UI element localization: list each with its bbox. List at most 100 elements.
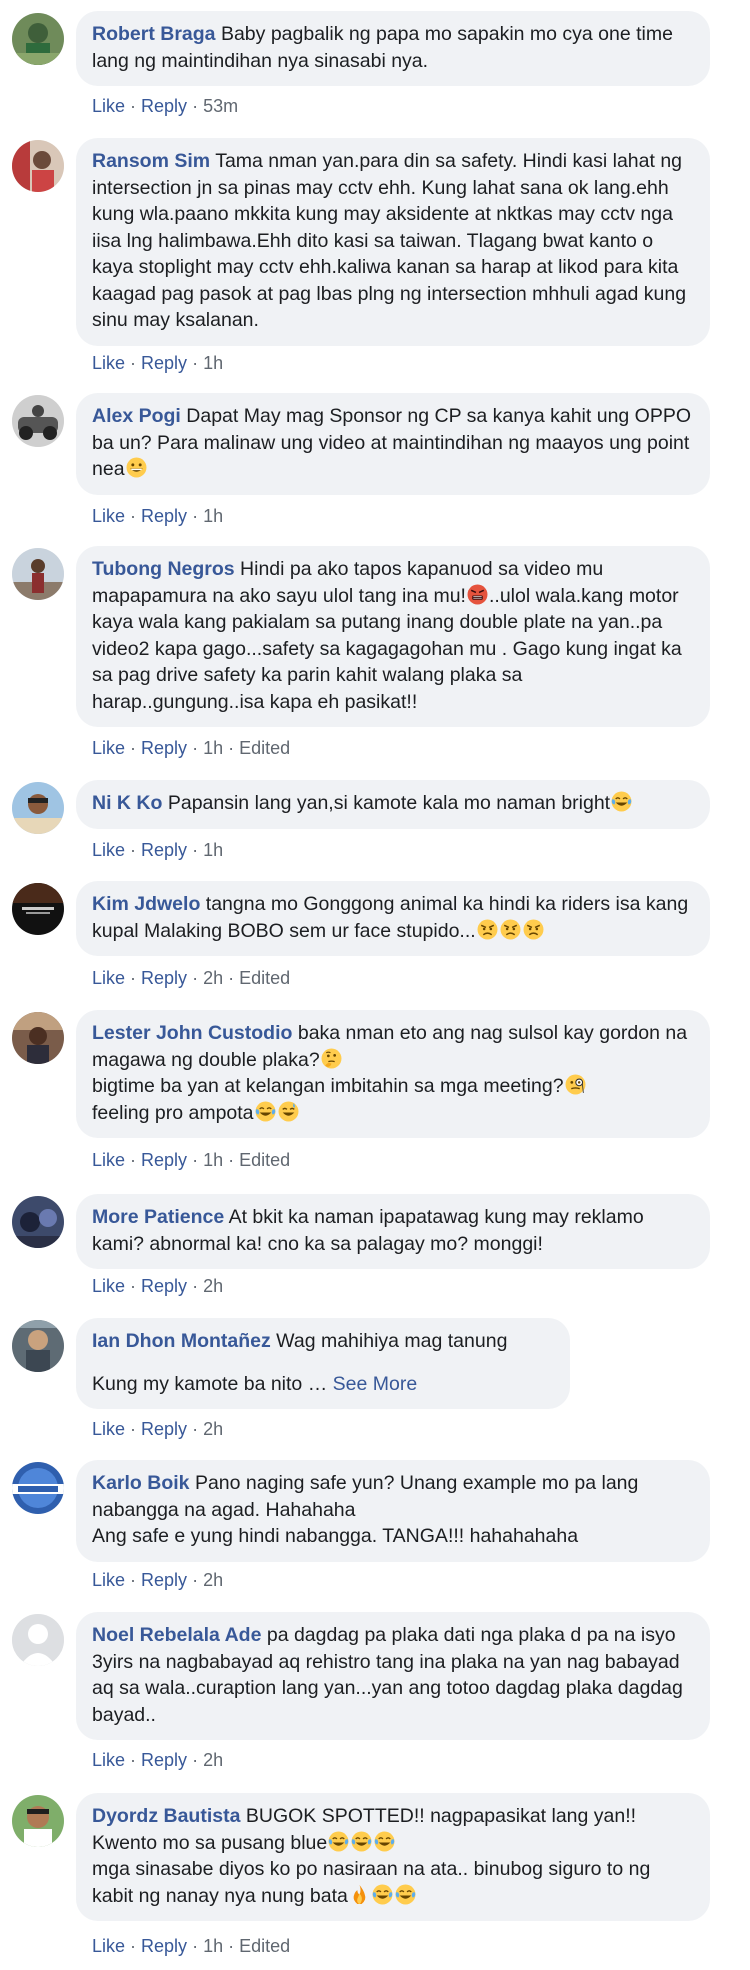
comment-timestamp[interactable]: 1h [203, 1150, 223, 1170]
edited-label[interactable]: Edited [239, 1150, 290, 1170]
reply-button[interactable]: Reply [141, 738, 187, 758]
comment-author[interactable]: Tubong Negros [92, 558, 235, 580]
comment-bubble: Noel Rebelala Ade pa dagdag pa plaka dat… [76, 1612, 710, 1740]
reply-button[interactable]: Reply [141, 1276, 187, 1296]
comment-bubble: Dyordz Bautista BUGOK SPOTTED!! nagpapas… [76, 1793, 710, 1921]
comment-author[interactable]: More Patience [92, 1206, 224, 1228]
like-button[interactable]: Like [92, 1750, 125, 1770]
comment-author[interactable]: Robert Braga [92, 23, 216, 45]
comment-author[interactable]: Ian Dhon Montañez [92, 1330, 271, 1352]
comment-author[interactable]: Kim Jdwelo [92, 893, 200, 915]
reply-button[interactable]: Reply [141, 1750, 187, 1770]
avatar[interactable] [12, 1196, 64, 1248]
like-button[interactable]: Like [92, 968, 125, 988]
comment-timestamp[interactable]: 1h [203, 1936, 223, 1956]
tears-of-joy-emoji-icon [255, 1101, 276, 1122]
edited-label[interactable]: Edited [239, 968, 290, 988]
separator: · [228, 968, 235, 988]
fire-emoji-icon [349, 1884, 370, 1905]
like-button[interactable]: Like [92, 96, 125, 116]
separator: · [130, 1570, 137, 1590]
reply-button[interactable]: Reply [141, 968, 187, 988]
separator: · [192, 506, 199, 526]
like-button[interactable]: Like [92, 506, 125, 526]
avatar[interactable] [12, 1012, 64, 1064]
separator: · [130, 1750, 137, 1770]
comment-text: bigtime ba yan at kelangan imbitahin sa … [92, 1075, 564, 1097]
avatar[interactable] [12, 140, 64, 192]
comment-actions: Like · Reply · 2h [92, 1750, 223, 1771]
like-button[interactable]: Like [92, 1570, 125, 1590]
comment-author[interactable]: Lester John Custodio [92, 1022, 292, 1044]
separator: · [192, 1750, 199, 1770]
edited-label[interactable]: Edited [239, 738, 290, 758]
separator: · [228, 1150, 235, 1170]
comment-timestamp[interactable]: 1h [203, 840, 223, 860]
reply-button[interactable]: Reply [141, 1936, 187, 1956]
like-button[interactable]: Like [92, 840, 125, 860]
comment-author[interactable]: Noel Rebelala Ade [92, 1624, 261, 1646]
reply-button[interactable]: Reply [141, 840, 187, 860]
reply-button[interactable]: Reply [141, 1150, 187, 1170]
comment-author[interactable]: Alex Pogi [92, 405, 181, 427]
see-more-link[interactable]: See More [333, 1373, 418, 1395]
separator: · [192, 738, 199, 758]
angry-emoji-icon [477, 919, 498, 940]
comment-bubble: Ransom Sim Tama nman yan.para din sa saf… [76, 138, 710, 346]
separator: · [192, 840, 199, 860]
comment-author[interactable]: Dyordz Bautista [92, 1805, 240, 1827]
reply-button[interactable]: Reply [141, 353, 187, 373]
comment-timestamp[interactable]: 2h [203, 1750, 223, 1770]
comment-timestamp[interactable]: 1h [203, 353, 223, 373]
avatar[interactable] [12, 1795, 64, 1847]
comment-text-line: feeling pro ampota [92, 1100, 694, 1127]
like-button[interactable]: Like [92, 1276, 125, 1296]
separator: · [130, 1276, 137, 1296]
separator: · [192, 96, 199, 116]
comment-text: Wag mahihiya mag tanung [276, 1330, 508, 1352]
tears-of-joy-emoji-icon [395, 1884, 416, 1905]
separator: · [192, 1276, 199, 1296]
comment-timestamp[interactable]: 53m [203, 96, 238, 116]
avatar[interactable] [12, 782, 64, 834]
like-button[interactable]: Like [92, 1150, 125, 1170]
separator: · [192, 1570, 199, 1590]
avatar[interactable] [12, 395, 64, 447]
edited-label[interactable]: Edited [239, 1936, 290, 1956]
avatar[interactable] [12, 548, 64, 600]
avatar[interactable] [12, 1462, 64, 1514]
like-button[interactable]: Like [92, 1936, 125, 1956]
reply-button[interactable]: Reply [141, 1419, 187, 1439]
like-button[interactable]: Like [92, 738, 125, 758]
separator: · [192, 1419, 199, 1439]
angry-face-emoji-icon [467, 584, 488, 605]
comment-bubble: Kim Jdwelo tangna mo Gonggong animal ka … [76, 881, 710, 956]
comment-text-line: mga sinasabe diyos ko po nasiraan na ata… [92, 1856, 694, 1909]
comment-timestamp[interactable]: 2h [203, 1570, 223, 1590]
avatar[interactable] [12, 1614, 64, 1666]
separator: · [192, 1150, 199, 1170]
reply-button[interactable]: Reply [141, 506, 187, 526]
like-button[interactable]: Like [92, 1419, 125, 1439]
comment-bubble: Tubong Negros Hindi pa ako tapos kapanuo… [76, 546, 710, 727]
comment-bubble: Ian Dhon Montañez Wag mahihiya mag tanun… [76, 1318, 570, 1409]
avatar[interactable] [12, 1320, 64, 1372]
comment-timestamp[interactable]: 1h [203, 506, 223, 526]
comment-author[interactable]: Karlo Boik [92, 1472, 190, 1494]
reply-button[interactable]: Reply [141, 1570, 187, 1590]
separator: · [192, 353, 199, 373]
comment-actions: Like · Reply · 1h · Edited [92, 738, 290, 759]
avatar[interactable] [12, 13, 64, 65]
comment-timestamp[interactable]: 1h [203, 738, 223, 758]
comment-timestamp[interactable]: 2h [203, 1276, 223, 1296]
comment-author[interactable]: Ni K Ko [92, 792, 162, 814]
comment-author[interactable]: Ransom Sim [92, 150, 210, 172]
comment-bubble: Karlo Boik Pano naging safe yun? Unang e… [76, 1460, 710, 1562]
comment-text-line: Kwento mo sa pusang blue [92, 1830, 694, 1857]
comment-timestamp[interactable]: 2h [203, 968, 223, 988]
comment-timestamp[interactable]: 2h [203, 1419, 223, 1439]
comment-actions: Like · Reply · 1h [92, 353, 223, 374]
avatar[interactable] [12, 883, 64, 935]
like-button[interactable]: Like [92, 353, 125, 373]
reply-button[interactable]: Reply [141, 96, 187, 116]
